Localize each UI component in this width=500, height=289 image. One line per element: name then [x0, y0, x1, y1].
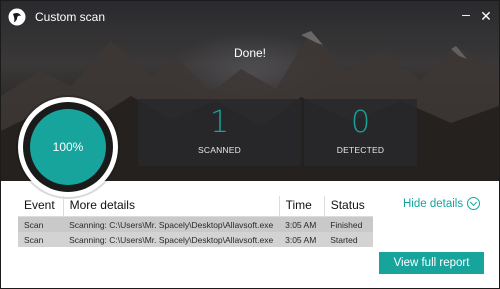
column-header-time[interactable]: Time: [278, 196, 325, 217]
detected-stat-box: 0 DETECTED: [304, 99, 417, 166]
minimize-button[interactable]: –: [457, 5, 475, 23]
view-full-report-button[interactable]: View full report: [379, 252, 484, 274]
close-button[interactable]: ✕: [477, 7, 495, 25]
cell-more-details: Scanning: C:\Users\Mr. Spacely\Desktop\A…: [63, 216, 280, 232]
detected-count: 0: [350, 105, 371, 140]
scanned-label: SCANNED: [198, 145, 241, 155]
window-title: Custom scan: [35, 10, 106, 24]
cell-status: Started: [324, 232, 373, 247]
cell-event: Scan: [18, 216, 64, 232]
details-table: Event More details Time Status Scan Scan…: [18, 196, 373, 247]
scan-details: Event More details Time Status Scan Scan…: [18, 196, 373, 247]
cell-status: Finished: [324, 216, 373, 232]
scanned-count: 1: [209, 105, 230, 140]
hide-details-label: Hide details: [403, 197, 464, 210]
chevron-down-circle-icon: [467, 197, 481, 210]
scanned-stat-box: 1 SCANNED: [138, 99, 301, 166]
progress-percent: 100%: [52, 140, 84, 154]
table-row[interactable]: Scan Scanning: C:\Users\Mr. Spacely\Desk…: [18, 216, 373, 232]
progress-ring: 100%: [18, 97, 118, 197]
cell-more-details: Scanning: C:\Users\Mr. Spacely\Desktop\A…: [63, 232, 280, 247]
column-header-more-details[interactable]: More details: [62, 196, 280, 217]
detected-label: DETECTED: [336, 145, 385, 155]
app-logo-icon: [8, 8, 26, 26]
column-header-status[interactable]: Status: [323, 196, 373, 217]
column-header-event[interactable]: Event: [18, 196, 64, 217]
table-header-row: Event More details Time Status: [18, 196, 373, 217]
table-row[interactable]: Scan Scanning: C:\Users\Mr. Spacely\Desk…: [18, 232, 373, 247]
cell-time: 3:05 AM: [279, 232, 325, 247]
title-bar: Custom scan – ✕: [1, 1, 499, 33]
hide-details-link[interactable]: Hide details: [403, 197, 481, 210]
cell-event: Scan: [18, 232, 64, 247]
scan-window: Custom scan – ✕ Done! 1 SCANNED 0 DETECT…: [0, 0, 500, 289]
cell-time: 3:05 AM: [279, 216, 325, 232]
scan-status-text: Done!: [233, 46, 267, 60]
